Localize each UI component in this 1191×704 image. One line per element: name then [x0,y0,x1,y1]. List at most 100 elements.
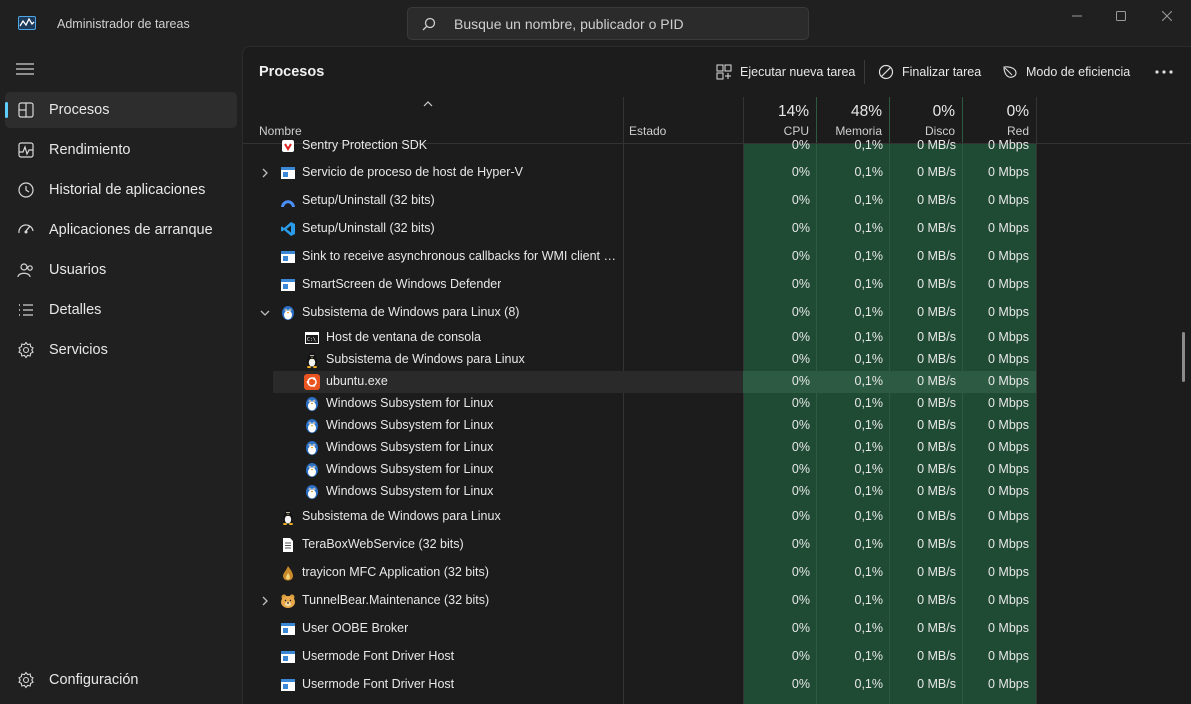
process-name: Setup/Uninstall (32 bits) [302,193,435,207]
cpu-value: 0% [791,330,810,344]
sidebar-item-processes[interactable]: Procesos [5,92,237,128]
run-task-icon [716,64,732,80]
process-row[interactable]: Subsistema de Windows para Linux 0% 0,1% 0 … [243,503,1191,531]
network-value: 0 Mbps [988,277,1029,291]
minimize-button[interactable] [1054,0,1100,32]
disk-value: 0 MB/s [917,221,956,235]
linux-tux-icon [304,352,320,368]
sidebar-item-startup-apps[interactable]: Aplicaciones de arranque [5,212,237,248]
search-input[interactable] [454,14,794,34]
sidebar-item-settings[interactable]: Configuración [5,662,237,698]
vertical-scrollbar[interactable] [1182,332,1185,382]
process-row[interactable]: User OOBE Broker 0% 0,1% 0 MB/s 0 Mbps [243,615,1191,643]
process-row[interactable]: Windows Subsystem for Linux 0% 0,1% 0 MB/s 0… [243,437,1191,459]
linux-tux-icon [280,509,296,525]
process-row[interactable]: TeraBoxWebService (32 bits) 0% 0,1% 0 MB/s 0… [243,531,1191,559]
cpu-value: 0% [791,352,810,366]
disk-value: 0 MB/s [917,396,956,410]
disk-value: 0 MB/s [917,418,956,432]
penguin-icon [304,418,320,434]
close-button[interactable] [1144,0,1190,32]
sidebar-item-app-history[interactable]: Historial de aplicaciones [5,172,237,208]
process-row[interactable]: TunnelBear.Maintenance (32 bits) 0% 0,1% 0 … [243,587,1191,615]
memory-value: 0,1% [854,221,884,235]
process-row[interactable]: trayicon MFC Application (32 bits) 0% 0,1%… [243,559,1191,587]
process-name: TunnelBear.Maintenance (32 bits) [302,593,490,607]
toolbar-divider [864,60,865,84]
cpu-value: 0% [791,509,810,523]
memory-value: 0,1% [854,621,884,635]
service-window-icon [280,649,296,665]
end-task-button[interactable]: Finalizar tarea [878,59,981,85]
process-row[interactable]: Subsistema de Windows para Linux (8) 0% 0,… [243,299,1191,327]
network-total-percent: 0% [1006,103,1029,120]
process-row[interactable]: SmartScreen de Windows Defender 0% 0,1% 0 M… [243,271,1191,299]
disk-value: 0 MB/s [917,165,956,179]
sidebar-item-details[interactable]: Detalles [5,292,237,328]
process-row[interactable]: Windows Subsystem for Linux 0% 0,1% 0 MB/s 0… [243,459,1191,481]
disk-value: 0 MB/s [917,677,956,691]
chevron-down-icon[interactable] [259,307,271,319]
tunnelbear-icon [280,593,296,609]
process-name: Windows Subsystem for Linux [326,462,494,476]
process-row[interactable]: Setup/Uninstall (32 bits) 0% 0,1% 0 MB/s 0 M… [243,187,1191,215]
process-row[interactable]: ubuntu.exe 0% 0,1% 0 MB/s 0 Mbps [243,371,1191,393]
sidebar-item-label: Procesos [49,102,110,118]
app-title: Administrador de tareas [57,17,190,31]
leaf-icon [1003,66,1017,78]
run-new-task-button[interactable]: Ejecutar nueva tarea [716,59,855,85]
search-box[interactable] [407,7,809,40]
process-name: Subsistema de Windows para Linux [326,352,525,366]
active-indicator [5,102,8,118]
disk-value: 0 MB/s [917,249,956,263]
maximize-button[interactable] [1098,0,1144,32]
process-row[interactable]: Windows Subsystem for Linux 0% 0,1% 0 MB/s 0… [243,481,1191,503]
sidebar-item-label: Rendimiento [49,142,131,158]
process-row[interactable]: Windows Subsystem for Linux 0% 0,1% 0 MB/s 0… [243,415,1191,437]
process-row[interactable]: Subsistema de Windows para Linux 0% 0,1% 0 … [243,349,1191,371]
process-name: Setup/Uninstall (32 bits) [302,221,435,235]
disk-value: 0 MB/s [917,565,956,579]
process-row[interactable]: Setup/Uninstall (32 bits) 0% 0,1% 0 MB/s 0 M… [243,215,1191,243]
process-name: User OOBE Broker [302,621,409,635]
cpu-value: 0% [791,221,810,235]
processes-panel: Procesos Ejecutar nueva tarea Finalizar … [242,46,1191,704]
more-options-icon[interactable] [1153,61,1175,83]
process-row[interactable]: C:\ Host de ventana de consola 0% 0,1% 0 MB/… [243,327,1191,349]
cpu-value: 0% [791,565,810,579]
cpu-value: 0% [791,165,810,179]
sidebar-item-users[interactable]: Usuarios [5,252,237,288]
process-row[interactable]: Sink to receive asynchronous callbacks f… [243,243,1191,271]
network-value: 0 Mbps [988,440,1029,454]
disk-value: 0 MB/s [917,330,956,344]
efficiency-mode-button[interactable]: Modo de eficiencia [1002,59,1130,85]
process-row[interactable]: Sentry Protection SDK 0% 0,1% 0 MB/s 0 Mbps [243,135,1191,157]
process-row[interactable]: Windows Subsystem for Linux 0% 0,1% 0 MB/s 0… [243,393,1191,415]
process-name: Windows Subsystem for Linux [326,396,494,410]
performance-icon [18,142,34,158]
cpu-value: 0% [791,462,810,476]
process-row[interactable]: Usermode Font Driver Host 0% 0,1% 0 MB/s 0 M… [243,671,1191,699]
memory-value: 0,1% [854,462,884,476]
hamburger-menu-icon[interactable] [16,62,34,76]
process-row[interactable]: Servicio de proceso de host de Hyper-V 0%… [243,159,1191,187]
process-name: Usermode Font Driver Host [302,649,455,663]
network-value: 0 Mbps [988,221,1029,235]
process-name: Windows Subsystem for Linux [326,440,494,454]
process-row[interactable]: Usermode Font Driver Host 0% 0,1% 0 MB/s 0 M… [243,643,1191,671]
flame-icon [280,565,296,581]
memory-total-percent: 48% [850,103,882,120]
title-bar: Administrador de tareas [0,0,1191,46]
document-icon [280,537,296,553]
sidebar-item-services[interactable]: Servicios [5,332,237,368]
penguin-icon [304,484,320,500]
chevron-right-icon[interactable] [259,167,271,179]
sidebar-item-performance[interactable]: Rendimiento [5,132,237,168]
end-task-label: Finalizar tarea [902,65,982,79]
disk-value: 0 MB/s [917,484,956,498]
network-value: 0 Mbps [988,305,1029,319]
ubuntu-icon [304,374,320,390]
memory-value: 0,1% [854,165,884,179]
chevron-right-icon[interactable] [259,595,271,607]
memory-value: 0,1% [854,593,884,607]
